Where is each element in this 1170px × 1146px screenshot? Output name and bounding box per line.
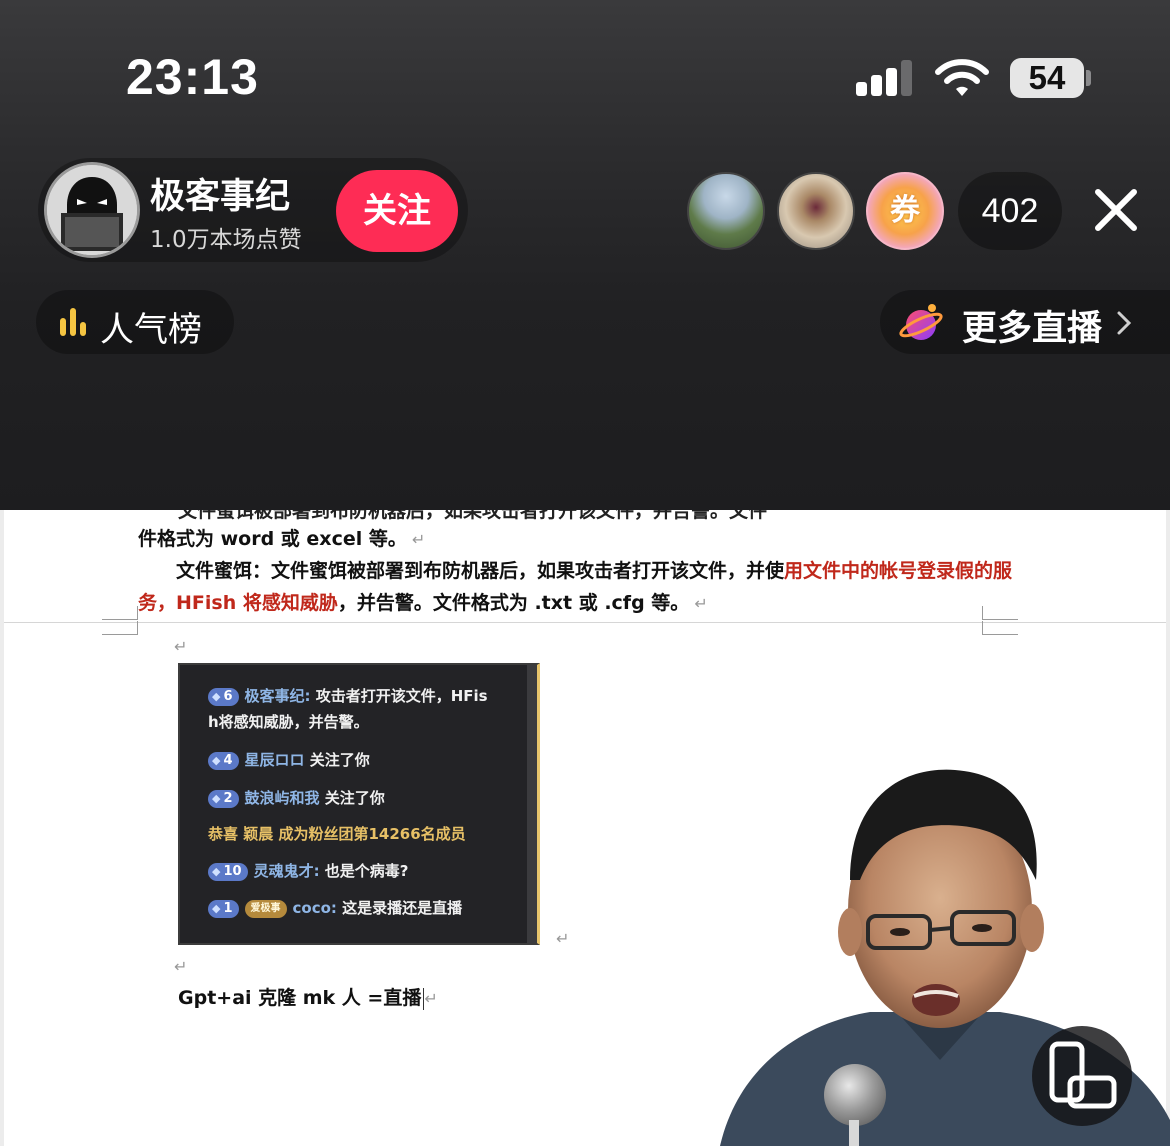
document-page-1: 文件蜜饵被部署到布防机器后，如果攻击者打开该文件，并告警。文件 件格式为 wor… — [4, 510, 1166, 622]
doc-para-2-line-2: 务，HFish 将感知威胁，并告警。文件格式为 .txt 或 .cfg 等。 ↵ — [138, 592, 708, 614]
page-corner-mark-left — [102, 606, 138, 620]
coupon-label: 券 — [890, 193, 920, 228]
paragraph-mark: ↵ — [556, 929, 570, 948]
page-corner-mark-left-2 — [102, 621, 138, 635]
chat-row: ◆ 1 爱极事 coco: 这是录播还是直播 — [208, 897, 462, 918]
microphone-stand — [849, 1120, 859, 1146]
viewer-avatar-2[interactable] — [777, 172, 855, 250]
screen-rotate-icon — [1049, 1041, 1117, 1109]
chevron-right-icon — [1117, 311, 1132, 335]
more-live-label: 更多直播 — [962, 309, 1103, 349]
chat-row: 恭喜 颖晨 成为粉丝团第14266名成员 — [208, 825, 466, 843]
signal-icon — [856, 60, 914, 96]
host-name[interactable]: 极客事纪 — [150, 168, 290, 219]
planet-icon — [899, 304, 943, 340]
doc-line-cut: 文件蜜饵被部署到布防机器后，如果攻击者打开该文件，并告警。文件 — [178, 510, 768, 522]
empty-paragraph-mark: ↵ — [174, 637, 188, 656]
chat-row: h将感知威胁，并告警。 — [208, 713, 369, 731]
status-time: 23:13 — [126, 49, 259, 105]
popularity-rank-label: 人气榜 — [100, 310, 202, 350]
chat-row: ◆ 2 鼓浪屿和我 关注了你 — [208, 787, 385, 808]
chat-row: ◆ 10 灵魂鬼才: 也是个病毒? — [208, 860, 409, 881]
battery-indicator: 54 — [1010, 58, 1084, 98]
switch-screen-button[interactable] — [1032, 1026, 1132, 1126]
embedded-chat-screenshot: ◆ 6 极客事纪: 攻击者打开该文件，HFis h将感知威胁，并告警。 ◆ 4 星辰ロロ… — [178, 663, 540, 945]
host-likes: 1.0万本场点赞 — [150, 227, 302, 253]
viewer-count[interactable]: 402 — [958, 172, 1062, 250]
page-corner-mark-right-2 — [982, 621, 1018, 635]
wifi-icon — [935, 59, 989, 96]
doc-line-format-1: 件格式为 word 或 excel 等。 ↵ — [138, 528, 426, 550]
empty-paragraph-mark: ↵ — [174, 957, 188, 976]
host-avatar[interactable] — [44, 162, 140, 258]
battery-cap — [1086, 70, 1091, 86]
chat-row: ◆ 6 极客事纪: 攻击者打开该文件，HFis — [208, 685, 488, 706]
microphone — [824, 1064, 886, 1126]
rank-bars-icon — [60, 308, 88, 336]
doc-gpt-line[interactable]: Gpt+ai 克隆 mk 人 =直播 ↵ — [178, 983, 438, 1010]
page-corner-mark-right — [982, 606, 1018, 620]
coupon-icon[interactable]: 券 — [866, 172, 944, 250]
viewer-avatar-1[interactable] — [687, 172, 765, 250]
close-icon[interactable] — [1092, 186, 1140, 234]
chat-row: ◆ 4 星辰ロロ 关注了你 — [208, 749, 370, 770]
hooded-hacker-icon — [47, 165, 137, 255]
follow-button[interactable]: 关注 — [336, 170, 458, 252]
live-header: 23:13 54 极客事纪 1.0万本场点赞 关注 券 402 人气榜 更多直播 — [0, 0, 1170, 510]
doc-para-2-line-1: 文件蜜饵：文件蜜饵被部署到布防机器后，如果攻击者打开该文件，并使用文件中的帐号登… — [176, 560, 1013, 582]
